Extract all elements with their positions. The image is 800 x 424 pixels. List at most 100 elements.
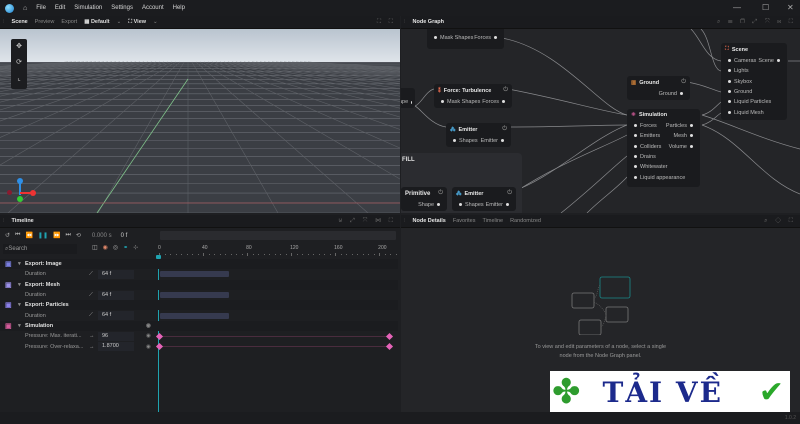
port-out[interactable]: Emitter bbox=[481, 138, 507, 144]
arrow-right-icon[interactable]: → bbox=[89, 333, 95, 339]
drag-handle-icon[interactable]: ⁞ bbox=[3, 19, 5, 25]
tab-preview[interactable]: Preview bbox=[35, 19, 55, 25]
timeline-param-row[interactable]: Pressure: Max. iterati... → 96 ◉ bbox=[0, 331, 398, 341]
curve-icon[interactable]: ⟋ bbox=[89, 292, 93, 299]
power-icon[interactable]: ⏻ bbox=[438, 190, 443, 197]
tab-randomized[interactable]: Randomized bbox=[510, 218, 541, 224]
timeline-scrollbar[interactable] bbox=[160, 231, 396, 240]
drag-handle-icon[interactable]: ⁞ bbox=[3, 218, 5, 224]
curve-icon[interactable]: ⟋ bbox=[89, 271, 93, 278]
port-out[interactable]: Forces bbox=[474, 35, 500, 41]
port-in[interactable]: Ground bbox=[725, 89, 752, 95]
duration-bar[interactable] bbox=[160, 292, 229, 299]
expand-chevron-icon[interactable]: ▾ bbox=[18, 323, 21, 329]
node-force-turbulence[interactable]: ⁑ Force: Turbulence ⏻ Mask Shapes Forces bbox=[434, 84, 512, 108]
port-out[interactable]: Particles bbox=[666, 123, 696, 129]
search-input[interactable]: ⌕ Search bbox=[3, 244, 77, 254]
reset-icon[interactable]: ↺ bbox=[5, 232, 10, 239]
keyframe-icon[interactable]: ◉ bbox=[103, 245, 113, 251]
port-in[interactable]: Liquid Mesh bbox=[725, 110, 764, 116]
menu-simulation[interactable]: Simulation bbox=[74, 5, 102, 11]
tab-export[interactable]: Export bbox=[61, 19, 77, 25]
chevron-down-icon[interactable]: ⌄ bbox=[117, 19, 122, 25]
timeline-group-row[interactable]: ▣ ▾ Export: Particles bbox=[0, 300, 398, 311]
pause-icon[interactable]: ❚❚ bbox=[38, 232, 48, 239]
port-out[interactable]: Scene bbox=[758, 58, 783, 64]
menu-help[interactable]: Help bbox=[173, 5, 185, 11]
port-in[interactable]: Mask Shapes bbox=[431, 35, 473, 41]
link-icon[interactable]: ⚭ bbox=[123, 245, 133, 251]
node-ground[interactable]: ▥ Ground ⏻ Ground bbox=[627, 76, 690, 100]
param-value-field[interactable]: 96 bbox=[98, 331, 134, 341]
timeline-param-row[interactable]: Pressure: Over-relaxa... → 1.8700 ◉ bbox=[0, 341, 398, 352]
layout-select[interactable]: ▦ Default bbox=[84, 19, 109, 25]
node-emitter[interactable]: ⁂ Emitter ⏻ Shapes Emitter bbox=[446, 123, 511, 147]
power-icon[interactable]: ⏻ bbox=[502, 126, 507, 133]
keyframe[interactable] bbox=[155, 333, 164, 341]
timeline-param-row[interactable]: Duration ⟋ 64 f bbox=[0, 269, 398, 279]
frame-field[interactable]: 0 f bbox=[121, 233, 128, 239]
port-in[interactable]: Liquid appearance bbox=[631, 175, 685, 181]
power-icon[interactable]: ⏻ bbox=[681, 79, 686, 86]
port-in[interactable]: Mask Shapes bbox=[438, 99, 480, 105]
port-in[interactable]: Cameras bbox=[725, 58, 756, 64]
curve-icon[interactable]: ⟋ bbox=[89, 312, 93, 319]
add-track-icon[interactable]: ⊹ bbox=[133, 245, 143, 251]
step-back-icon[interactable]: ⏪ bbox=[25, 232, 32, 239]
menu-file[interactable]: File bbox=[36, 5, 46, 11]
port-in[interactable]: Lights bbox=[725, 68, 749, 74]
target-icon[interactable]: ◎ bbox=[113, 245, 123, 251]
close-button[interactable]: ✕ bbox=[787, 3, 794, 12]
menu-settings[interactable]: Settings bbox=[111, 5, 133, 11]
port-out[interactable]: Volume bbox=[669, 144, 696, 150]
param-value-field[interactable]: 64 f bbox=[98, 269, 134, 279]
timeline-param-row[interactable]: Duration ⟋ 64 f bbox=[0, 311, 398, 321]
maximize-button[interactable]: ☐ bbox=[762, 3, 769, 12]
skip-end-icon[interactable]: ⏭ bbox=[65, 232, 70, 239]
node-graph-canvas[interactable]: Mask ShapesForces ape ⁑Force: Turbulence… bbox=[401, 29, 800, 213]
port-out[interactable]: Mesh bbox=[674, 133, 696, 139]
port-in[interactable]: Liquid Particles bbox=[725, 99, 771, 105]
tab-timeline[interactable]: Timeline bbox=[482, 218, 503, 224]
timeline-group-row[interactable]: ▣ ▾ Simulation ◉ bbox=[0, 320, 398, 332]
keyframe[interactable] bbox=[155, 343, 164, 351]
step-forward-icon[interactable]: ⏩ bbox=[53, 232, 60, 239]
loop-icon[interactable]: ⟲ bbox=[76, 232, 81, 239]
minimize-button[interactable]: — bbox=[733, 3, 741, 12]
node-scene[interactable]: ⛶ Scene Cameras Scene Lights Skybox Ground Liq… bbox=[721, 43, 787, 120]
axes-icon[interactable]: ⌞ bbox=[11, 71, 27, 87]
orbit-icon[interactable]: ⟳ bbox=[11, 55, 27, 71]
eye-icon[interactable]: ◉ bbox=[146, 323, 151, 329]
time-field[interactable]: 0.000 s bbox=[92, 233, 112, 239]
duration-bar[interactable] bbox=[160, 271, 229, 278]
chevron-down-icon[interactable]: ⌄ bbox=[153, 19, 158, 25]
keyframe[interactable] bbox=[385, 343, 394, 351]
timeline-ruler[interactable]: 0 40 80 120 160 200 bbox=[158, 243, 398, 257]
details-header-icons[interactable]: ⌕ ◇ ⛶ bbox=[764, 218, 796, 225]
port-in[interactable]: Shapes bbox=[456, 202, 484, 208]
3d-viewport[interactable]: ✥ ⟳ ⌞ bbox=[0, 29, 400, 213]
param-value-field[interactable]: 1.8700 bbox=[98, 342, 134, 352]
axis-gizmo[interactable] bbox=[4, 177, 40, 213]
port-in[interactable]: Skybox bbox=[725, 79, 752, 85]
skip-start-icon[interactable]: ⏮ bbox=[15, 232, 20, 239]
port-in[interactable]: Emitters bbox=[631, 133, 660, 139]
power-icon[interactable]: ⏻ bbox=[507, 190, 512, 197]
node-top-partial[interactable]: Mask Shapes Forces bbox=[427, 29, 504, 49]
timeline-group-row[interactable]: ▣ ▾ Export: Image bbox=[0, 259, 398, 270]
timeline-header-icons[interactable]: ⊍ ⤢ ⤧ ⋈ ⛶ bbox=[338, 217, 396, 225]
port-in[interactable]: Shapes bbox=[450, 138, 478, 144]
home-icon[interactable]: ⌂ bbox=[23, 5, 27, 12]
view-select[interactable]: ⛶ View bbox=[128, 19, 146, 26]
tab-favorites[interactable]: Favorites bbox=[453, 218, 476, 224]
port-in[interactable]: Drains bbox=[631, 154, 656, 160]
expand-chevron-icon[interactable]: ▾ bbox=[18, 302, 21, 308]
drag-handle-icon[interactable]: ⁞ bbox=[404, 19, 406, 25]
node-left-partial[interactable]: ape bbox=[401, 88, 415, 108]
drag-handle-icon[interactable]: ⁞ bbox=[404, 218, 406, 224]
expand-chevron-icon[interactable]: ▾ bbox=[18, 282, 21, 288]
expand-chevron-icon[interactable]: ▾ bbox=[18, 261, 21, 267]
port-in[interactable]: Forces bbox=[631, 123, 657, 129]
graph-toolbar-icons[interactable]: ⌕ ☰ ❐ ⤢ ⤧ ⋈ ⛶ bbox=[717, 19, 796, 26]
port-in[interactable]: Whitewater bbox=[631, 164, 668, 170]
